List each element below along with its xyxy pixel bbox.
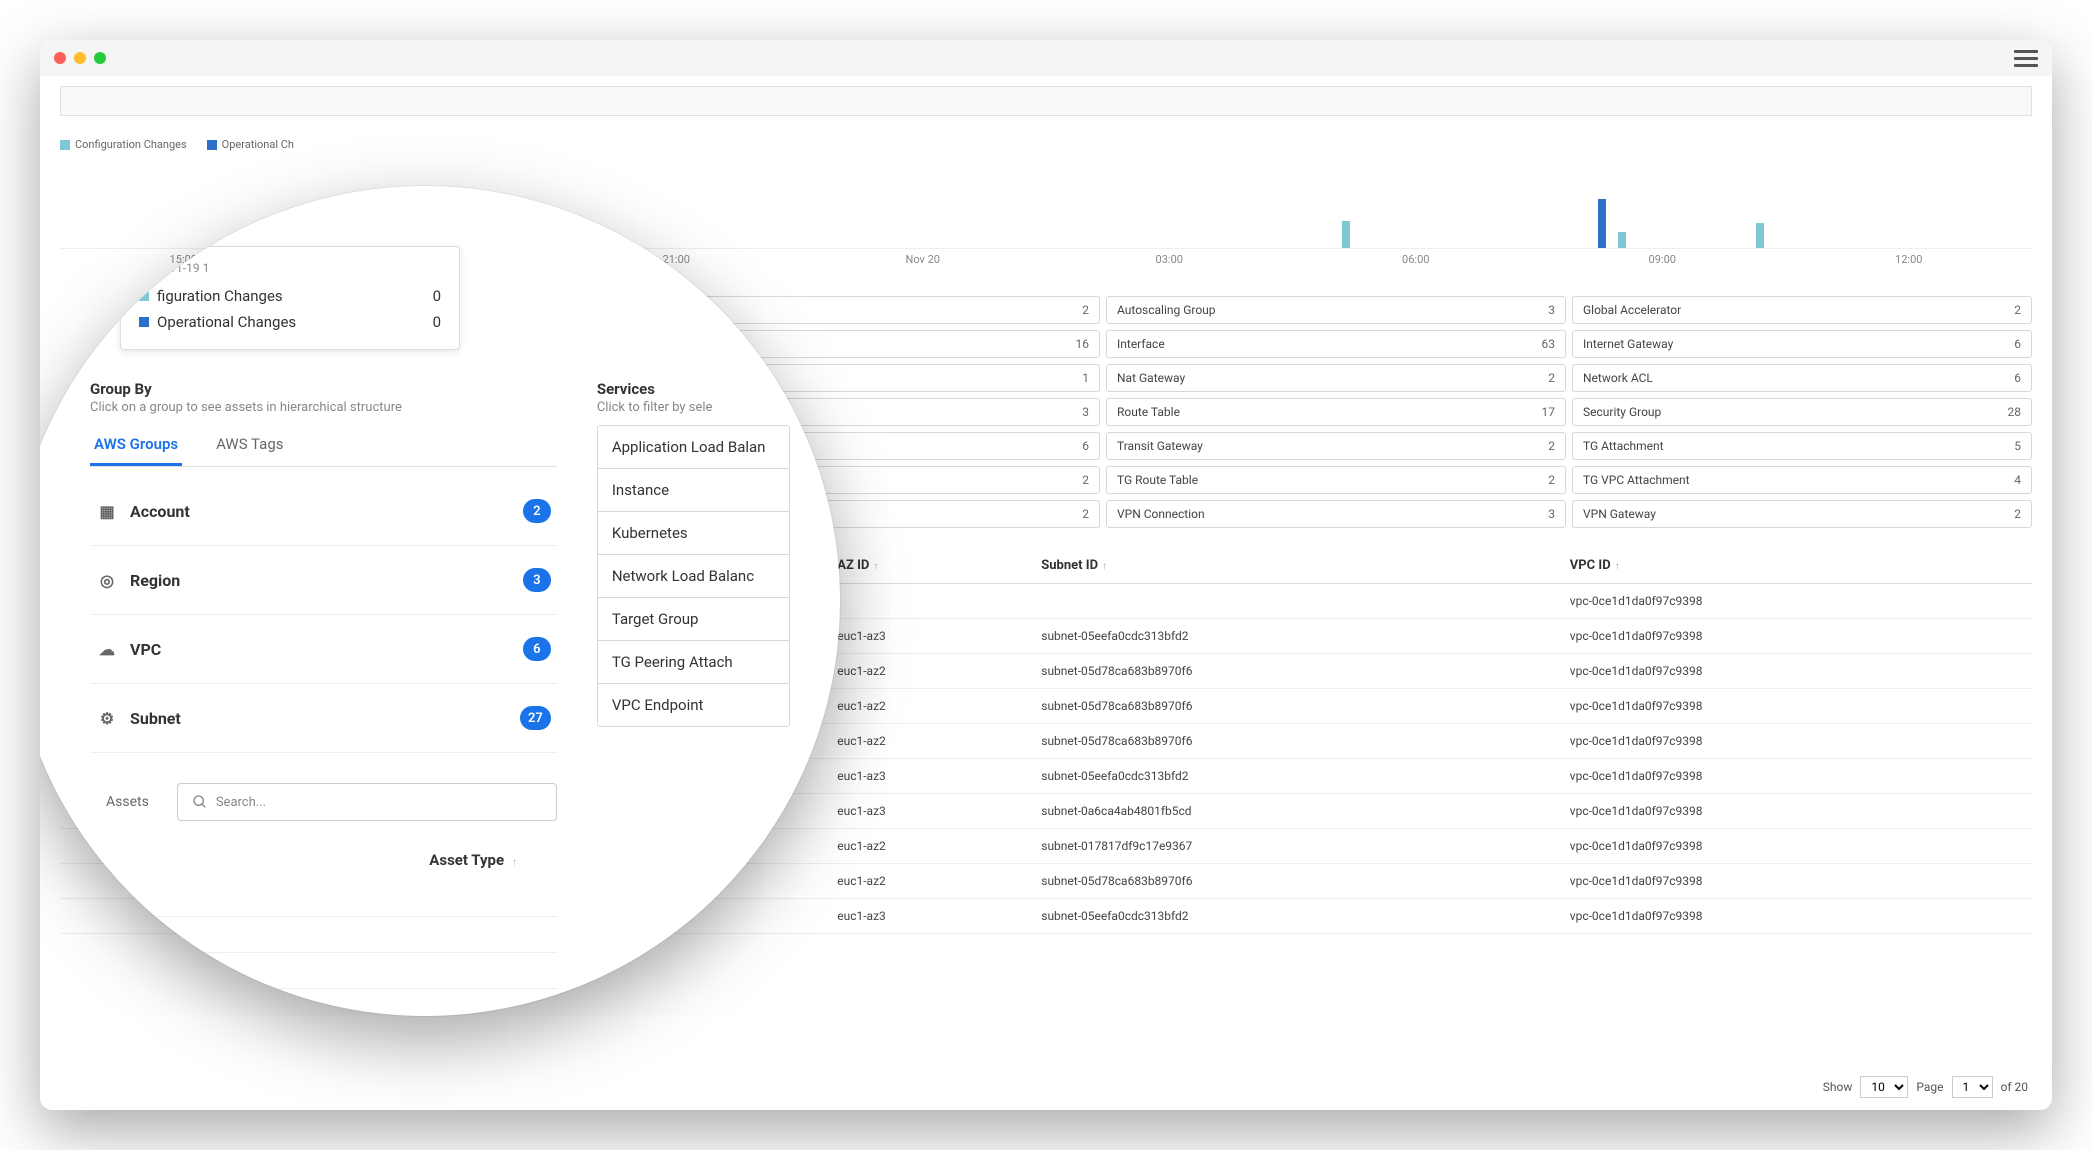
- col-asset-type-zoom: Asset Type ↑: [90, 851, 557, 869]
- group-item-region[interactable]: ◎Region3: [90, 546, 557, 615]
- col-vpc[interactable]: VPC ID↑: [1562, 548, 2032, 584]
- tab-aws-groups[interactable]: AWS Groups: [90, 425, 182, 466]
- services-grid: 2Autoscaling Group3Global Accelerator216…: [640, 296, 2032, 528]
- group-by-subtitle: Click on a group to see assets in hierar…: [90, 400, 557, 415]
- tick-label: 06:00: [1293, 253, 1540, 266]
- pagination: Show 10 Page 1 of 20: [1823, 1076, 2028, 1098]
- table-row[interactable]: eni-02484f46bb7cb8467: [90, 989, 557, 1016]
- pager-of-label: of 20: [2001, 1080, 2028, 1094]
- chart-bar[interactable]: [1618, 232, 1626, 248]
- service-filter[interactable]: Global Accelerator2: [1572, 296, 2032, 324]
- tick-label: 12:00: [1786, 253, 2033, 266]
- square-icon: [207, 140, 217, 150]
- square-icon: [60, 140, 70, 150]
- service-filter[interactable]: VPC Endpoint: [597, 684, 790, 727]
- tab-aws-tags[interactable]: AWS Tags: [212, 425, 287, 466]
- tick-label: 09:00: [1539, 253, 1786, 266]
- tooltip-row: Operational Changes0: [139, 309, 441, 335]
- titlebar: [40, 40, 2052, 76]
- service-filter[interactable]: Interface63: [1106, 330, 1566, 358]
- chart-legend: Configuration Changes Operational Ch: [60, 138, 2032, 151]
- count-badge: 3: [523, 568, 551, 592]
- tick-label: Nov 20: [800, 253, 1047, 266]
- sort-icon: ↑: [1102, 561, 1107, 572]
- pager-show-label: Show: [1823, 1080, 1853, 1094]
- region-icon: ◎: [96, 569, 118, 591]
- group-item-account[interactable]: ▦Account2: [90, 477, 557, 546]
- search-input[interactable]: Search...: [177, 783, 557, 821]
- service-filter[interactable]: Route Table17: [1106, 398, 1566, 426]
- search-icon: [192, 794, 208, 810]
- account-icon: ▦: [96, 500, 118, 522]
- sort-icon: ↑: [873, 561, 878, 572]
- service-filter[interactable]: TG Attachment5: [1572, 432, 2032, 460]
- close-icon[interactable]: [54, 52, 66, 64]
- service-filter[interactable]: Target Group: [597, 598, 790, 641]
- service-filter[interactable]: Network ACL6: [1572, 364, 2032, 392]
- tick-label: 03:00: [1046, 253, 1293, 266]
- sort-icon: ↑: [1615, 561, 1620, 572]
- tooltip-row: figuration Changes0: [139, 283, 441, 309]
- square-icon: [139, 317, 149, 327]
- window-controls: [54, 52, 106, 64]
- menu-icon[interactable]: [2014, 50, 2038, 67]
- group-by-title: Group By: [90, 380, 557, 398]
- group-item-subnet[interactable]: ⚙Subnet27: [90, 684, 557, 753]
- chart-bar[interactable]: [1342, 221, 1350, 248]
- chart-bar[interactable]: [1756, 223, 1764, 248]
- service-filter[interactable]: Nat Gateway2: [1106, 364, 1566, 392]
- service-filter[interactable]: TG Route Table2: [1106, 466, 1566, 494]
- col-subnet[interactable]: Subnet ID↑: [1033, 548, 1562, 584]
- group-item-vpc[interactable]: ☁VPC6: [90, 615, 557, 684]
- app-window: Oct 23Oct 26Oct 29November23:0023:0023:0…: [40, 40, 2052, 1110]
- zoom-lens: 2024-11-19 1 figuration Changes0Operatio…: [40, 186, 840, 1016]
- service-filter[interactable]: VPN Gateway2: [1572, 500, 2032, 528]
- services-subtitle: Click to filter by sele: [597, 400, 790, 415]
- count-badge: 6: [523, 637, 551, 661]
- page-number-select[interactable]: 1: [1952, 1076, 1993, 1098]
- chart-bar[interactable]: [1598, 199, 1606, 248]
- col-az[interactable]: AZ ID↑: [829, 548, 1033, 584]
- service-filter[interactable]: Transit Gateway2: [1106, 432, 1566, 460]
- page-size-select[interactable]: 10: [1860, 1076, 1908, 1098]
- table-row[interactable]: ub: [90, 881, 557, 917]
- legend-oper: Operational Ch: [207, 138, 294, 151]
- service-filter[interactable]: TG Peering Attach: [597, 641, 790, 684]
- service-filter[interactable]: Internet Gateway6: [1572, 330, 2032, 358]
- legend-config: Configuration Changes: [60, 138, 187, 151]
- subnet-icon: ⚙: [96, 707, 118, 729]
- service-filter[interactable]: TG VPC Attachment4: [1572, 466, 2032, 494]
- maximize-icon[interactable]: [94, 52, 106, 64]
- vpc-icon: ☁: [96, 638, 118, 660]
- services-title: Services: [597, 380, 790, 398]
- count-badge: 27: [520, 706, 551, 730]
- service-filter[interactable]: Security Group28: [1572, 398, 2032, 426]
- service-filter[interactable]: Application Load Balan: [597, 425, 790, 469]
- assets-label: Assets: [90, 786, 165, 818]
- pager-page-label: Page: [1916, 1080, 1943, 1094]
- table-row[interactable]: eni-0104bd5b0197ff0: [90, 953, 557, 989]
- timeline-overview[interactable]: [60, 86, 2032, 116]
- service-filter[interactable]: Autoscaling Group3: [1106, 296, 1566, 324]
- service-filter[interactable]: Network Load Balanc: [597, 555, 790, 598]
- tooltip-timestamp: 2024-11-19 1: [139, 261, 441, 275]
- count-badge: 2: [523, 499, 551, 523]
- group-by-tabs: AWS Groups AWS Tags: [90, 425, 557, 467]
- service-filter[interactable]: Instance: [597, 469, 790, 512]
- minimize-icon[interactable]: [74, 52, 86, 64]
- service-filter[interactable]: Kubernetes: [597, 512, 790, 555]
- service-filter[interactable]: VPN Connection3: [1106, 500, 1566, 528]
